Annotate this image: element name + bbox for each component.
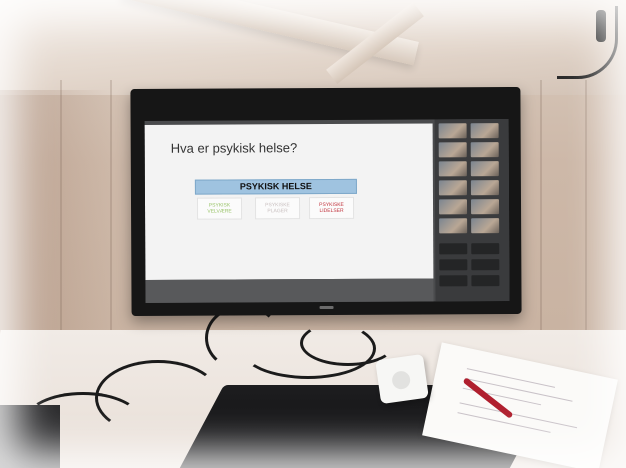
adapter-plug-face — [390, 369, 412, 391]
card-mental-wellbeing: PSYKISK VELVÆRE — [196, 197, 243, 220]
paper-text-line — [457, 412, 551, 433]
participant-video-tile[interactable] — [470, 180, 499, 196]
monitor-brand-logo — [319, 305, 334, 310]
card-mental-problems: PSYKISKE PLAGER — [254, 197, 301, 220]
cable — [25, 392, 141, 448]
participant-video-tile[interactable] — [439, 218, 468, 234]
card-label-line: VELVÆRE — [207, 208, 232, 215]
card-label-line: PLAGER — [267, 208, 288, 215]
call-control-button[interactable] — [439, 259, 468, 271]
slide-header-text: PSYKISK HELSE — [239, 181, 312, 192]
participant-video-tile[interactable] — [438, 180, 467, 196]
slide-header-box: PSYKISK HELSE — [194, 178, 357, 195]
participant-video-tile[interactable] — [438, 142, 467, 158]
participant-video-tile[interactable] — [470, 161, 499, 177]
call-control-button[interactable] — [439, 243, 468, 255]
participant-video-tile[interactable] — [471, 218, 500, 234]
participant-video-tile[interactable] — [470, 142, 499, 158]
participant-video-tile[interactable] — [470, 199, 500, 215]
participant-video-tile[interactable] — [438, 199, 468, 215]
cable-plug — [596, 10, 606, 42]
call-control-button[interactable] — [471, 275, 500, 287]
call-control-button[interactable] — [471, 259, 500, 271]
room-photo: Hva er psykisk helse? PSYKISK HELSE PSYK… — [0, 0, 626, 468]
call-control-button[interactable] — [471, 243, 500, 255]
card-mental-disorders: PSYKISKE LIDELSER — [308, 196, 355, 220]
card-label-line: LIDELSER — [319, 207, 344, 215]
participant-video-tile[interactable] — [438, 161, 467, 177]
slide-title: Hva er psykisk helse? — [170, 140, 298, 156]
video-call-sidebar — [434, 119, 510, 302]
call-control-button[interactable] — [439, 275, 468, 287]
ceiling — [0, 0, 626, 95]
tv-monitor: Hva er psykisk helse? PSYKISK HELSE PSYK… — [130, 86, 522, 317]
paper-text-line — [466, 368, 556, 388]
presentation-slide: Hva er psykisk helse? PSYKISK HELSE PSYK… — [144, 123, 434, 280]
power-adapter — [375, 353, 429, 405]
participant-video-tile[interactable] — [438, 123, 467, 139]
slide-bottom-bar — [145, 278, 434, 303]
monitor-screen: Hva er psykisk helse? PSYKISK HELSE PSYK… — [144, 119, 510, 303]
participant-video-tile[interactable] — [470, 123, 499, 139]
